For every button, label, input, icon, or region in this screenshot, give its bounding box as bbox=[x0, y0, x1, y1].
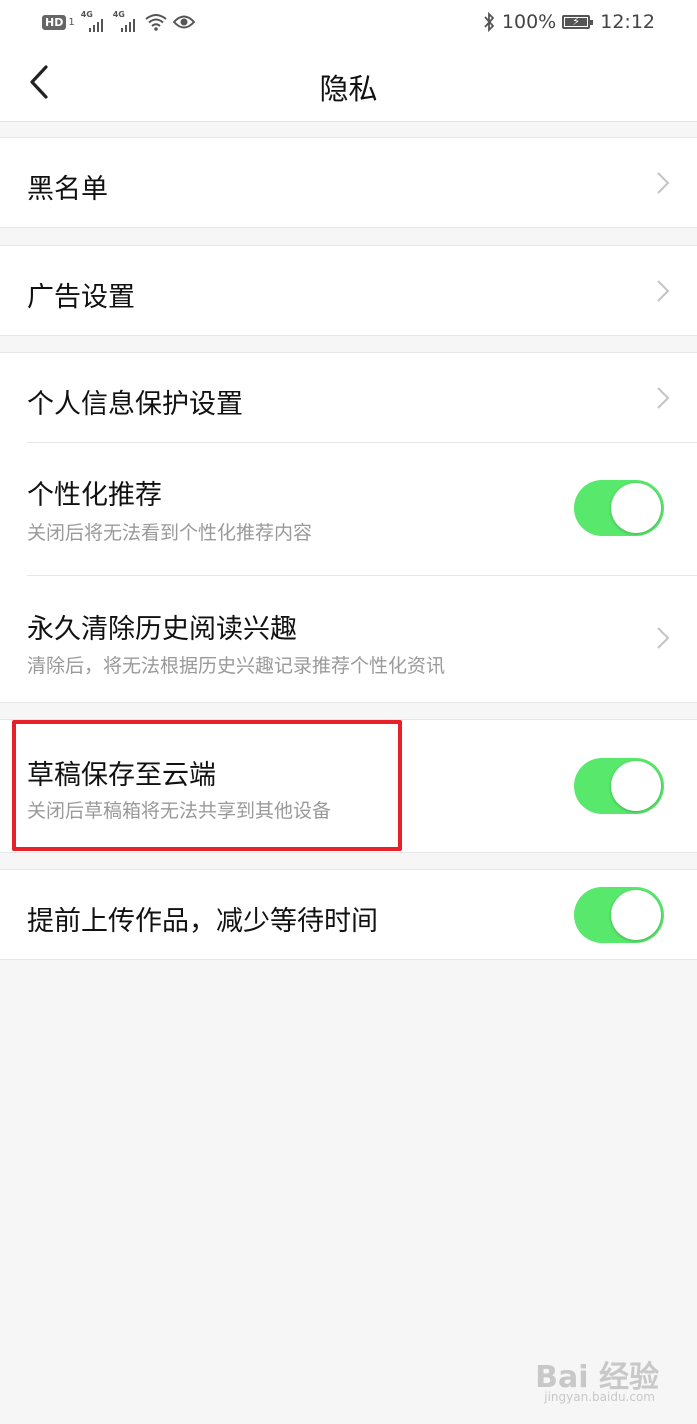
row-clear-history[interactable]: 永久清除历史阅读兴趣 清除后，将无法根据历史兴趣记录推荐个性化资讯 bbox=[27, 576, 697, 702]
row-ad-settings[interactable]: 广告设置 bbox=[27, 246, 697, 335]
settings-group-upload: 提前上传作品，减少等待时间 bbox=[0, 869, 697, 960]
row-label: 个人信息保护设置 bbox=[27, 389, 243, 420]
row-label: 黑名单 bbox=[27, 174, 108, 205]
clock: 12:12 bbox=[600, 11, 655, 33]
eye-icon bbox=[172, 15, 195, 29]
signal-icon-2: 4G bbox=[113, 10, 139, 32]
settings-group-privacy: 个人信息保护设置 个性化推荐 关闭后将无法看到个性化推荐内容 永久清除历史阅读兴… bbox=[0, 352, 697, 703]
highlight-box bbox=[12, 720, 402, 851]
row-pre-upload: 提前上传作品，减少等待时间 bbox=[27, 870, 697, 960]
settings-group-blacklist: 黑名单 bbox=[0, 137, 697, 228]
toggle-knob bbox=[611, 483, 661, 533]
signal-icon: 4G bbox=[81, 10, 107, 32]
toggle-knob bbox=[611, 761, 661, 811]
wifi-icon bbox=[145, 14, 167, 31]
chevron-right-icon bbox=[657, 627, 670, 649]
status-bar: HD 1 4G 4G 100% ⚡ 12:12 bbox=[0, 0, 697, 44]
row-label: 永久清除历史阅读兴趣 bbox=[27, 614, 297, 645]
battery-icon: ⚡ bbox=[562, 15, 594, 29]
row-label: 广告设置 bbox=[27, 282, 135, 313]
row-label: 提前上传作品，减少等待时间 bbox=[27, 906, 378, 937]
row-personalized: 个性化推荐 关闭后将无法看到个性化推荐内容 bbox=[27, 443, 697, 576]
draft-cloud-toggle[interactable] bbox=[574, 758, 664, 814]
row-label: 个性化推荐 bbox=[27, 480, 162, 511]
row-description: 关闭后将无法看到个性化推荐内容 bbox=[27, 522, 313, 544]
bluetooth-icon bbox=[484, 12, 495, 32]
personalized-toggle[interactable] bbox=[574, 480, 664, 536]
hd-icon: HD bbox=[42, 14, 67, 30]
chevron-right-icon bbox=[657, 387, 670, 409]
row-description: 清除后，将无法根据历史兴趣记录推荐个性化资讯 bbox=[27, 655, 446, 677]
settings-group-ads: 广告设置 bbox=[0, 245, 697, 336]
chevron-right-icon bbox=[657, 280, 670, 302]
pre-upload-toggle[interactable] bbox=[574, 887, 664, 943]
row-personal-info[interactable]: 个人信息保护设置 bbox=[27, 353, 697, 443]
nav-bar: 隐私 bbox=[0, 44, 697, 122]
row-blacklist[interactable]: 黑名单 bbox=[27, 138, 697, 227]
chevron-right-icon bbox=[657, 172, 670, 194]
page-title: 隐私 bbox=[319, 72, 378, 106]
toggle-knob bbox=[611, 890, 661, 940]
watermark-url: jingyan.baidu.com bbox=[544, 1390, 655, 1404]
battery-percent: 100% bbox=[501, 11, 557, 33]
